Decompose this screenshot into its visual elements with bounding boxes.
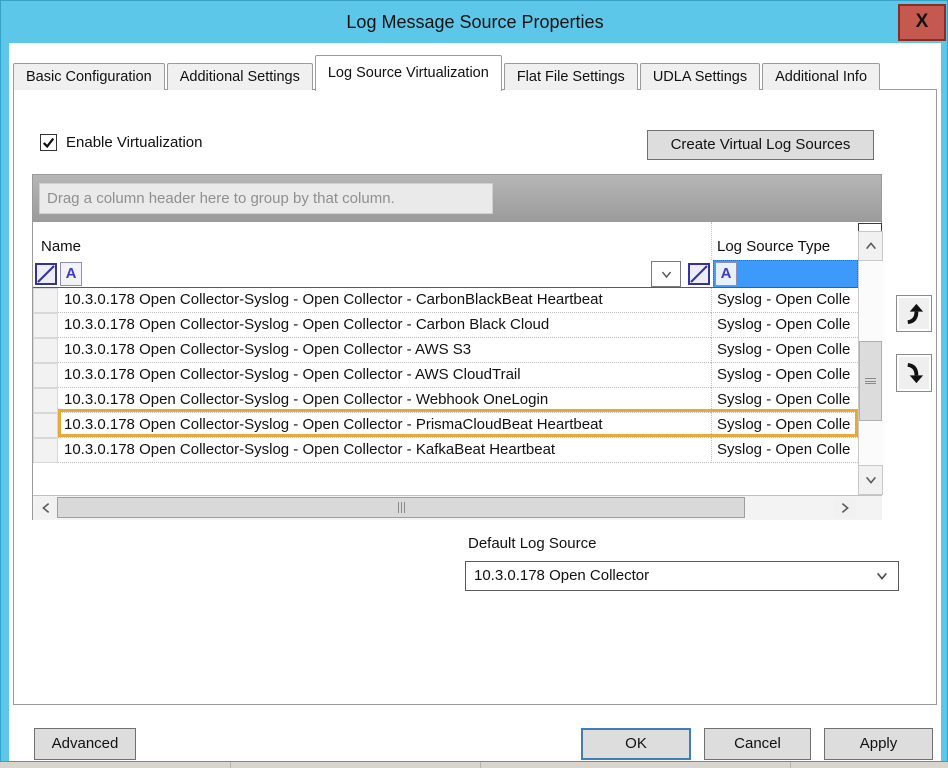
tab-log-source-virtualization[interactable]: Log Source Virtualization xyxy=(315,55,502,91)
strip-divider xyxy=(480,762,481,768)
tab-label: Additional Info xyxy=(775,69,867,85)
thumb-grip-icon xyxy=(865,377,876,386)
dialog-body: Basic Configuration Additional Settings … xyxy=(9,43,941,761)
grid-row-name-highlighted[interactable]: 10.3.0.178 Open Collector-Syslog - Open … xyxy=(58,413,711,438)
filter-icon xyxy=(34,262,58,286)
row-selector[interactable] xyxy=(33,363,58,388)
default-log-source-value: 10.3.0.178 Open Collector xyxy=(474,562,649,590)
tab-strip: Basic Configuration Additional Settings … xyxy=(13,54,880,90)
strip-divider xyxy=(230,762,231,768)
grid-row-name[interactable]: 10.3.0.178 Open Collector-Syslog - Open … xyxy=(58,438,711,463)
cancel-button[interactable]: Cancel xyxy=(704,728,811,760)
chevron-right-icon xyxy=(839,501,851,515)
grid-row-name[interactable]: 10.3.0.178 Open Collector-Syslog - Open … xyxy=(58,313,711,338)
virtual-log-sources-grid: Drag a column header here to group by th… xyxy=(32,174,882,520)
row-selector[interactable] xyxy=(33,338,58,363)
grid-row-type[interactable]: Syslog - Open Colle xyxy=(711,438,858,463)
tab-label: Basic Configuration xyxy=(26,69,152,85)
scrollbar-corner xyxy=(858,495,882,520)
titlebar[interactable]: Log Message Source Properties xyxy=(1,1,948,43)
row-selector[interactable] xyxy=(33,413,58,438)
name-filter-input[interactable] xyxy=(83,260,651,288)
name-match-case-icon[interactable]: A xyxy=(60,262,82,286)
ok-button[interactable]: OK xyxy=(581,728,691,760)
default-log-source-combobox[interactable]: 10.3.0.178 Open Collector xyxy=(465,561,899,591)
scroll-right-button[interactable] xyxy=(834,497,856,518)
apply-button[interactable]: Apply xyxy=(824,728,933,760)
row-selector[interactable] xyxy=(33,288,58,313)
strip-divider xyxy=(790,762,791,768)
tab-page-log-source-virtualization: Enable Virtualization Create Virtual Log… xyxy=(13,89,937,705)
filter-icon xyxy=(687,262,711,286)
scroll-down-button[interactable] xyxy=(858,465,883,495)
tab-additional-info[interactable]: Additional Info xyxy=(762,63,880,90)
grid-row-type[interactable]: Syslog - Open Colle xyxy=(711,363,858,388)
thumb-grip-icon xyxy=(404,502,405,513)
tab-label: Flat File Settings xyxy=(517,69,625,85)
row-selector[interactable] xyxy=(33,313,58,338)
window-title: Log Message Source Properties xyxy=(346,1,603,43)
curved-arrow-down-icon xyxy=(903,362,926,385)
column-header-name[interactable]: Name xyxy=(33,222,711,260)
move-down-button[interactable] xyxy=(896,354,932,392)
scroll-up-button[interactable] xyxy=(858,231,883,261)
tab-label: Additional Settings xyxy=(180,69,300,85)
tab-additional-settings[interactable]: Additional Settings xyxy=(167,63,313,90)
default-log-source-label: Default Log Source xyxy=(468,535,596,552)
move-up-button[interactable] xyxy=(896,295,932,332)
enable-virtualization-checkbox[interactable] xyxy=(40,134,57,151)
screen: Log Message Source Properties X Basic Co… xyxy=(0,0,948,768)
horizontal-scroll-thumb[interactable] xyxy=(57,497,745,518)
name-filter-dropdown-button[interactable] xyxy=(651,261,681,287)
grid-row-name[interactable]: 10.3.0.178 Open Collector-Syslog - Open … xyxy=(58,338,711,363)
column-header-log-source-type[interactable]: Log Source Type xyxy=(711,222,858,260)
checkmark-icon xyxy=(42,136,55,149)
scroll-left-button[interactable] xyxy=(35,497,57,518)
grid-row-type[interactable]: Syslog - Open Colle xyxy=(711,313,858,338)
grid-row-type[interactable]: Syslog - Open Colle xyxy=(711,413,858,438)
chevron-down-icon xyxy=(864,474,878,486)
tab-label: Log Source Virtualization xyxy=(328,65,489,81)
grid-row-name[interactable]: 10.3.0.178 Open Collector-Syslog - Open … xyxy=(58,363,711,388)
type-filter-icon[interactable] xyxy=(687,262,711,286)
tab-udla-settings[interactable]: UDLA Settings xyxy=(640,63,760,90)
tab-label: UDLA Settings xyxy=(653,69,747,85)
row-selector[interactable] xyxy=(33,388,58,413)
log-message-source-properties-dialog: Log Message Source Properties X Basic Co… xyxy=(0,0,948,762)
background-taskbar-strip xyxy=(0,762,948,768)
chevron-up-icon xyxy=(864,240,878,252)
thumb-grip-icon xyxy=(398,502,399,513)
grid-row-type[interactable]: Syslog - Open Colle xyxy=(711,388,858,413)
grid-row-type[interactable]: Syslog - Open Colle xyxy=(711,338,858,363)
curved-arrow-up-icon xyxy=(903,302,926,325)
group-by-hint: Drag a column header here to group by th… xyxy=(39,183,493,214)
grid-row-name[interactable]: 10.3.0.178 Open Collector-Syslog - Open … xyxy=(58,388,711,413)
thumb-grip-icon xyxy=(401,502,402,513)
advanced-button[interactable]: Advanced xyxy=(34,728,136,760)
create-virtual-log-sources-button[interactable]: Create Virtual Log Sources xyxy=(647,130,874,160)
chevron-left-icon xyxy=(40,501,52,515)
enable-virtualization-label: Enable Virtualization xyxy=(66,134,202,152)
type-match-case-icon[interactable]: A xyxy=(715,262,737,286)
tab-flat-file-settings[interactable]: Flat File Settings xyxy=(504,63,638,90)
tab-basic-configuration[interactable]: Basic Configuration xyxy=(13,63,165,90)
row-selector[interactable] xyxy=(33,438,58,463)
grid-row-type[interactable]: Syslog - Open Colle xyxy=(711,288,858,313)
group-by-bar[interactable]: Drag a column header here to group by th… xyxy=(33,175,881,222)
vertical-scroll-thumb[interactable] xyxy=(859,341,882,421)
close-icon: X xyxy=(916,11,929,32)
name-filter-icon[interactable] xyxy=(34,262,58,286)
chevron-down-icon xyxy=(660,268,673,281)
grid-row-name[interactable]: 10.3.0.178 Open Collector-Syslog - Open … xyxy=(58,288,711,313)
close-button[interactable]: X xyxy=(898,4,946,41)
chevron-down-icon xyxy=(875,569,889,583)
